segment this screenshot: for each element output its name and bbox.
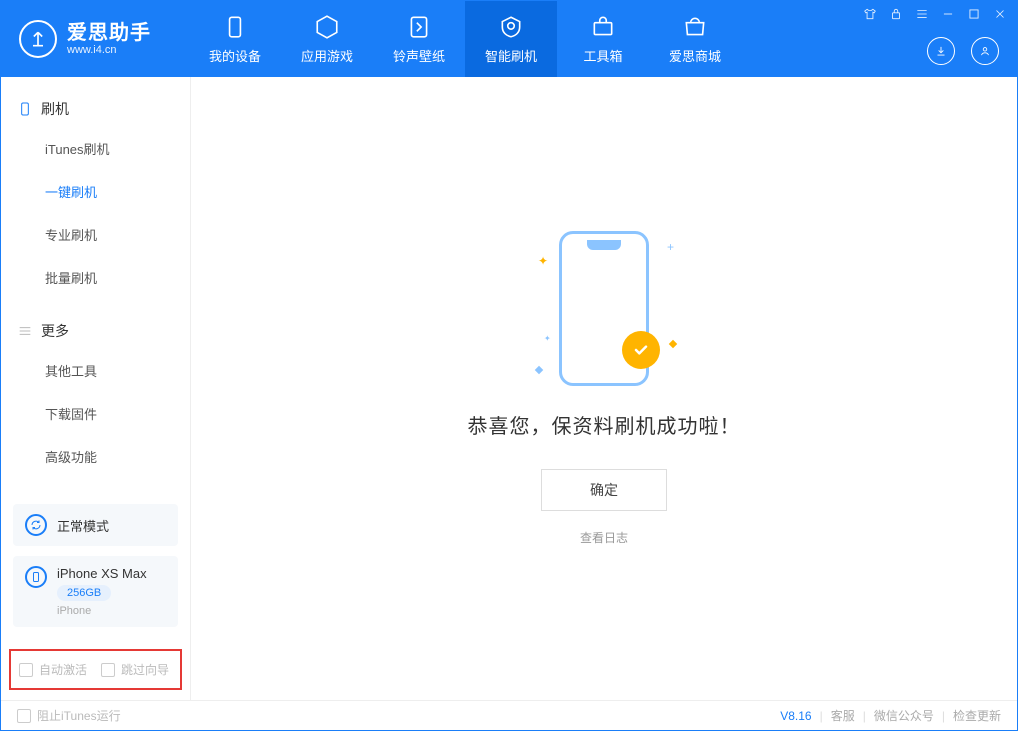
nav-tab-ringtones-wallpapers[interactable]: 铃声壁纸 bbox=[373, 1, 465, 77]
diamond-icon bbox=[669, 340, 677, 348]
header-right-icons bbox=[927, 37, 999, 65]
device-name: iPhone XS Max bbox=[57, 566, 147, 581]
nav-tab-my-device[interactable]: 我的设备 bbox=[189, 1, 281, 77]
logo-icon bbox=[19, 20, 57, 58]
nav-label: 智能刷机 bbox=[485, 46, 537, 65]
sidebar-item-advanced[interactable]: 高级功能 bbox=[1, 435, 190, 478]
nav-tab-smart-flash[interactable]: 智能刷机 bbox=[465, 1, 557, 77]
checkbox-skip-guide[interactable]: 跳过向导 bbox=[101, 661, 169, 678]
divider: | bbox=[820, 709, 823, 723]
sidebar: 刷机 iTunes刷机 一键刷机 专业刷机 批量刷机 更多 其他工具 下载固件 … bbox=[1, 77, 191, 700]
divider: | bbox=[863, 709, 866, 723]
device-mode-label: 正常模式 bbox=[57, 516, 109, 535]
phone-icon bbox=[25, 566, 47, 588]
device-storage-badge: 256GB bbox=[57, 585, 111, 601]
close-icon[interactable] bbox=[993, 7, 1007, 21]
nav-tab-toolbox[interactable]: 工具箱 bbox=[557, 1, 649, 77]
checkbox-auto-activate[interactable]: 自动激活 bbox=[19, 661, 87, 678]
checkbox-icon bbox=[19, 663, 33, 677]
phone-illustration: ✦ + ✦ bbox=[559, 231, 649, 386]
refresh-icon bbox=[25, 514, 47, 536]
footer: 阻止iTunes运行 V8.16 | 客服 | 微信公众号 | 检查更新 bbox=[1, 700, 1017, 730]
nav-label: 应用游戏 bbox=[301, 46, 353, 65]
user-icon[interactable] bbox=[971, 37, 999, 65]
lock-icon[interactable] bbox=[889, 7, 903, 21]
minimize-icon[interactable] bbox=[941, 7, 955, 21]
maximize-icon[interactable] bbox=[967, 7, 981, 21]
device-mode-card[interactable]: 正常模式 bbox=[13, 504, 178, 546]
nav-tab-apps-games[interactable]: 应用游戏 bbox=[281, 1, 373, 77]
sidebar-group-more: 更多 bbox=[1, 313, 190, 349]
checkbox-label: 跳过向导 bbox=[121, 661, 169, 678]
window-controls bbox=[863, 7, 1007, 21]
checkbox-icon bbox=[17, 709, 31, 723]
app-subtitle: www.i4.cn bbox=[67, 44, 151, 56]
tshirt-icon[interactable] bbox=[863, 7, 877, 21]
sparkle-icon: + bbox=[667, 240, 674, 254]
nav-label: 工具箱 bbox=[583, 46, 622, 65]
view-log-link[interactable]: 查看日志 bbox=[580, 529, 628, 546]
checkbox-icon bbox=[101, 663, 115, 677]
logo-area: 爱思助手 www.i4.cn bbox=[1, 20, 169, 58]
main-content: ✦ + ✦ 恭喜您，保资料刷机成功啦！ 确定 查看日志 bbox=[191, 77, 1017, 700]
nav-label: 铃声壁纸 bbox=[393, 46, 445, 65]
checkbox-label: 阻止iTunes运行 bbox=[37, 707, 121, 724]
nav-tab-store[interactable]: 爱思商城 bbox=[649, 1, 741, 77]
footer-link-support[interactable]: 客服 bbox=[831, 707, 855, 724]
sidebar-group-label: 更多 bbox=[41, 321, 69, 341]
download-icon[interactable] bbox=[927, 37, 955, 65]
sparkle-icon: ✦ bbox=[538, 254, 548, 268]
sparkle-icon: ✦ bbox=[544, 334, 551, 343]
divider: | bbox=[942, 709, 945, 723]
highlighted-options-box: 自动激活 跳过向导 bbox=[9, 649, 182, 690]
nav-tabs: 我的设备 应用游戏 铃声壁纸 智能刷机 工具箱 爱思商城 bbox=[189, 1, 741, 77]
sidebar-item-pro-flash[interactable]: 专业刷机 bbox=[1, 213, 190, 256]
device-info-card[interactable]: iPhone XS Max 256GB iPhone bbox=[13, 556, 178, 627]
footer-link-check-update[interactable]: 检查更新 bbox=[953, 707, 1001, 724]
checkbox-block-itunes[interactable]: 阻止iTunes运行 bbox=[17, 707, 121, 724]
menu-icon[interactable] bbox=[915, 7, 929, 21]
sidebar-item-one-click-flash[interactable]: 一键刷机 bbox=[1, 170, 190, 213]
success-check-icon bbox=[622, 331, 660, 369]
checkbox-label: 自动激活 bbox=[39, 661, 87, 678]
device-type: iPhone bbox=[57, 605, 147, 617]
nav-label: 爱思商城 bbox=[669, 46, 721, 65]
confirm-button[interactable]: 确定 bbox=[541, 469, 667, 511]
sidebar-item-other-tools[interactable]: 其他工具 bbox=[1, 349, 190, 392]
header: 爱思助手 www.i4.cn 我的设备 应用游戏 铃声壁纸 智能刷机 工具箱 爱… bbox=[1, 1, 1017, 77]
footer-link-wechat[interactable]: 微信公众号 bbox=[874, 707, 934, 724]
success-message: 恭喜您，保资料刷机成功啦！ bbox=[468, 410, 741, 439]
version-label: V8.16 bbox=[780, 709, 811, 723]
sidebar-item-download-firmware[interactable]: 下载固件 bbox=[1, 392, 190, 435]
sidebar-item-itunes-flash[interactable]: iTunes刷机 bbox=[1, 127, 190, 170]
sidebar-item-batch-flash[interactable]: 批量刷机 bbox=[1, 256, 190, 299]
diamond-icon bbox=[535, 366, 543, 374]
app-title: 爱思助手 bbox=[67, 22, 151, 44]
sidebar-group-label: 刷机 bbox=[41, 99, 69, 119]
nav-label: 我的设备 bbox=[209, 46, 261, 65]
sidebar-group-flash: 刷机 bbox=[1, 91, 190, 127]
